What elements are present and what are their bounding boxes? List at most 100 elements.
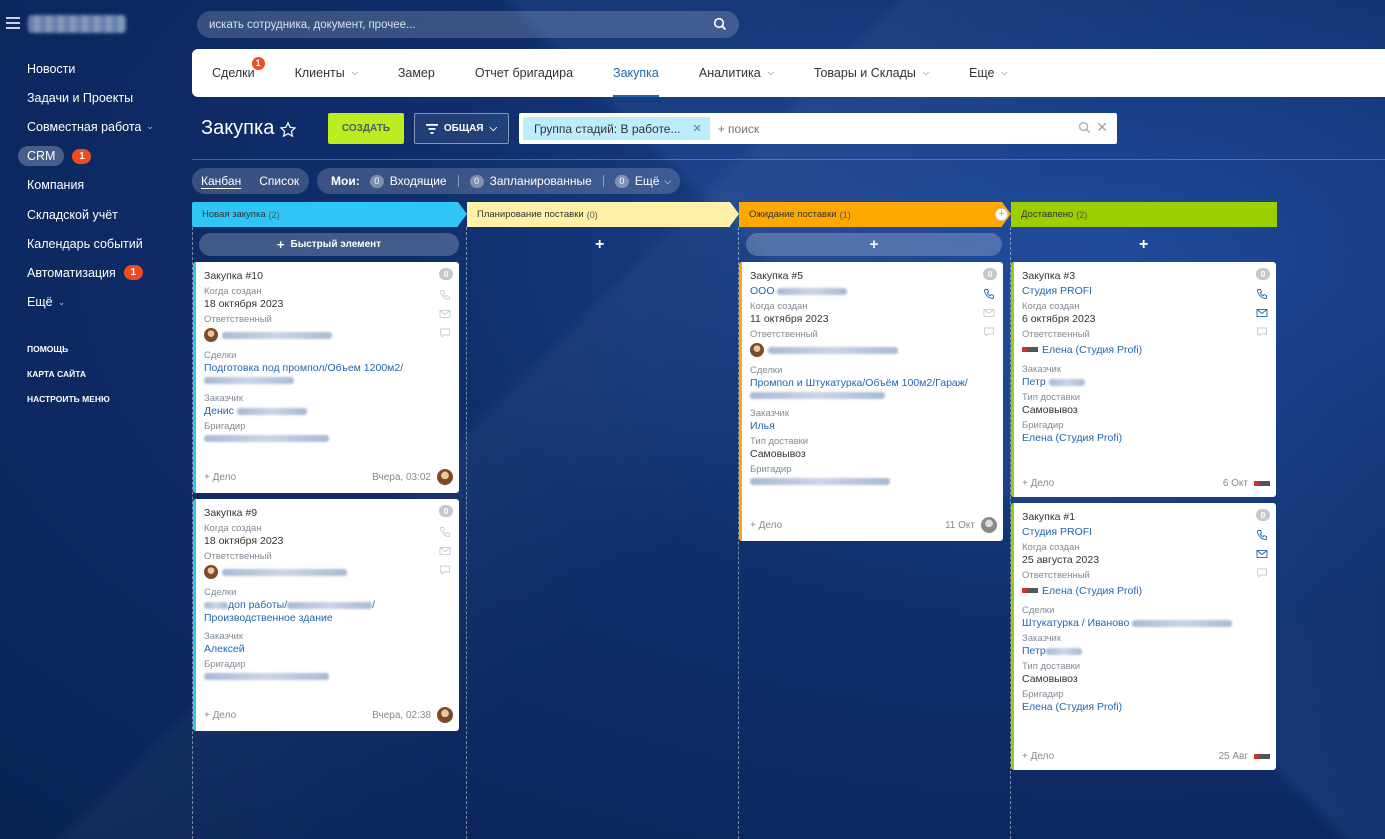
add-activity-button[interactable]: + Дело bbox=[204, 710, 236, 721]
customer-link[interactable]: Илья bbox=[750, 420, 993, 432]
search-icon[interactable] bbox=[713, 17, 727, 31]
deal-link[interactable]: Штукатурка / Иваново bbox=[1022, 617, 1129, 629]
sidebar-item-company[interactable]: Компания bbox=[0, 171, 190, 200]
search-input[interactable]: искать сотрудника, документ, прочее... bbox=[209, 19, 416, 31]
deal-link[interactable]: Производственное здание bbox=[204, 612, 449, 624]
tab-foreman-report[interactable]: Отчет бригадира bbox=[455, 49, 593, 97]
phone-icon[interactable] bbox=[439, 526, 451, 538]
tab-clients[interactable]: Клиенты ⌵ bbox=[275, 49, 378, 97]
tab-purchase[interactable]: Закупка bbox=[593, 49, 679, 97]
tab-deals[interactable]: Сделки 1 bbox=[192, 49, 275, 97]
tab-more[interactable]: Еще ⌵ bbox=[949, 49, 1028, 97]
add-column-icon[interactable]: + bbox=[995, 208, 1008, 221]
deal-link[interactable]: Подготовка под промпол/Объем 1200м2/ bbox=[204, 362, 449, 374]
filter-chip[interactable]: Группа стадий: В работе... ✕ bbox=[523, 117, 710, 140]
company-link[interactable]: ООО bbox=[750, 285, 775, 297]
avatar[interactable] bbox=[437, 469, 453, 485]
mail-icon[interactable] bbox=[1256, 548, 1268, 560]
menu-icon[interactable] bbox=[6, 17, 20, 29]
company-link[interactable]: Студия PROFI bbox=[1022, 285, 1266, 297]
sidebar-item-collab[interactable]: Совместная работа ⌄ bbox=[0, 112, 190, 141]
responsible-link[interactable]: Елена (Студия Profi) bbox=[1042, 344, 1142, 356]
kanban-card[interactable]: Закупка #10 0 Когда создан 18 октября 20… bbox=[193, 262, 459, 493]
counter-more[interactable]: 0 Ещё ⌵ bbox=[614, 174, 671, 188]
deal-link[interactable]: доп работы// bbox=[204, 599, 449, 611]
tab-products[interactable]: Товары и Склады ⌵ bbox=[794, 49, 949, 97]
filter-search-input[interactable] bbox=[717, 121, 1078, 136]
foreman-link[interactable]: Елена (Студия Profi) bbox=[1022, 432, 1266, 444]
sidebar-item-news[interactable]: Новости bbox=[0, 54, 190, 83]
tab-measure[interactable]: Замер bbox=[378, 49, 455, 97]
column-header-delivered[interactable]: Доставлено (2) bbox=[1011, 202, 1277, 227]
kanban-card[interactable]: Закупка #1 0 Студия PROFI Когда создан 2… bbox=[1011, 503, 1276, 770]
add-activity-button[interactable]: + Дело bbox=[1022, 751, 1054, 762]
add-activity-button[interactable]: + Дело bbox=[204, 472, 236, 483]
filter-preset-button[interactable]: ОБЩАЯ ⌵ bbox=[414, 113, 509, 144]
deal-link[interactable]: Промпол и Штукатурка/Объём 100м2/Гараж/ bbox=[750, 377, 993, 389]
kanban-card[interactable]: Закупка #9 0 Когда создан 18 октября 202… bbox=[193, 499, 459, 731]
avatar[interactable] bbox=[981, 517, 997, 533]
kanban-card[interactable]: Закупка #5 0 ООО Когда создан 11 октября… bbox=[739, 262, 1003, 541]
avatar[interactable] bbox=[204, 565, 218, 579]
filter-search-box[interactable]: Группа стадий: В работе... ✕ ✕ bbox=[519, 113, 1117, 144]
column-header-waiting[interactable]: Ожидание поставки (1) + bbox=[739, 202, 1011, 227]
view-kanban[interactable]: Канбан bbox=[192, 174, 250, 188]
sidebar-item-automation[interactable]: Автоматизация 1 bbox=[0, 258, 190, 287]
column-header-planning[interactable]: Планирование поставки (0) bbox=[467, 202, 739, 227]
chat-icon[interactable] bbox=[439, 564, 451, 576]
add-activity-button[interactable]: + Дело bbox=[750, 520, 782, 531]
sitemap-link[interactable]: КАРТА САЙТА bbox=[0, 362, 190, 387]
chat-icon[interactable] bbox=[983, 326, 995, 338]
card-title[interactable]: Закупка #1 bbox=[1022, 511, 1266, 523]
column-header-new[interactable]: Новая закупка (2) bbox=[192, 202, 467, 227]
card-title[interactable]: Закупка #5 bbox=[750, 270, 993, 282]
search-icon[interactable] bbox=[1078, 121, 1091, 134]
portal-logo[interactable] bbox=[28, 15, 126, 33]
kanban-card[interactable]: Закупка #3 0 Студия PROFI Когда создан 6… bbox=[1011, 262, 1276, 497]
sidebar-item-crm[interactable]: CRM 1 bbox=[0, 142, 190, 171]
add-item-button[interactable]: + bbox=[595, 236, 604, 254]
foreman-link[interactable]: Елена (Студия Profi) bbox=[1022, 701, 1266, 713]
mail-icon[interactable] bbox=[439, 545, 451, 557]
phone-icon[interactable] bbox=[1256, 529, 1268, 541]
company-link[interactable]: Студия PROFI bbox=[1022, 526, 1266, 538]
customer-link[interactable]: Алексей bbox=[204, 643, 449, 655]
phone-icon[interactable] bbox=[439, 289, 451, 301]
global-search[interactable]: искать сотрудника, документ, прочее... bbox=[197, 11, 739, 38]
avatar[interactable] bbox=[750, 343, 764, 357]
help-link[interactable]: ПОМОЩЬ bbox=[0, 337, 190, 362]
mail-icon[interactable] bbox=[983, 307, 995, 319]
card-title[interactable]: Закупка #10 bbox=[204, 270, 449, 282]
phone-icon[interactable] bbox=[983, 288, 995, 300]
quick-add-button[interactable]: + Быстрый элемент bbox=[199, 233, 459, 256]
customer-link[interactable]: Петр bbox=[1022, 645, 1046, 657]
close-icon[interactable]: ✕ bbox=[692, 122, 701, 135]
configure-menu-link[interactable]: НАСТРОИТЬ МЕНЮ bbox=[0, 387, 190, 412]
chat-icon[interactable] bbox=[439, 327, 451, 339]
responsible-link[interactable]: Елена (Студия Profi) bbox=[1042, 585, 1142, 597]
view-list[interactable]: Список bbox=[250, 174, 308, 188]
card-title[interactable]: Закупка #3 bbox=[1022, 270, 1266, 282]
sidebar-item-warehouse[interactable]: Складской учёт bbox=[0, 200, 190, 229]
sidebar-item-calendar[interactable]: Календарь событий bbox=[0, 229, 190, 258]
create-button[interactable]: СОЗДАТЬ bbox=[328, 113, 404, 144]
customer-link[interactable]: Денис bbox=[204, 405, 234, 417]
mail-icon[interactable] bbox=[1256, 307, 1268, 319]
card-title[interactable]: Закупка #9 bbox=[204, 507, 449, 519]
mail-icon[interactable] bbox=[439, 308, 451, 320]
counter-incoming[interactable]: 0 Входящие bbox=[369, 174, 447, 188]
avatar[interactable] bbox=[437, 707, 453, 723]
customer-link[interactable]: Петр bbox=[1022, 376, 1046, 388]
clear-icon[interactable]: ✕ bbox=[1096, 119, 1108, 136]
add-item-button[interactable]: + bbox=[746, 233, 1002, 256]
phone-icon[interactable] bbox=[1256, 288, 1268, 300]
tab-analytics[interactable]: Аналитика ⌵ bbox=[679, 49, 794, 97]
sidebar-item-more[interactable]: Ещё ⌄ bbox=[0, 288, 190, 317]
add-activity-button[interactable]: + Дело bbox=[1022, 478, 1054, 489]
star-icon[interactable] bbox=[279, 121, 297, 139]
chat-icon[interactable] bbox=[1256, 567, 1268, 579]
avatar[interactable] bbox=[204, 328, 218, 342]
chat-icon[interactable] bbox=[1256, 326, 1268, 338]
counter-planned[interactable]: 0 Запланированные bbox=[469, 174, 592, 188]
sidebar-item-tasks[interactable]: Задачи и Проекты bbox=[0, 83, 190, 112]
